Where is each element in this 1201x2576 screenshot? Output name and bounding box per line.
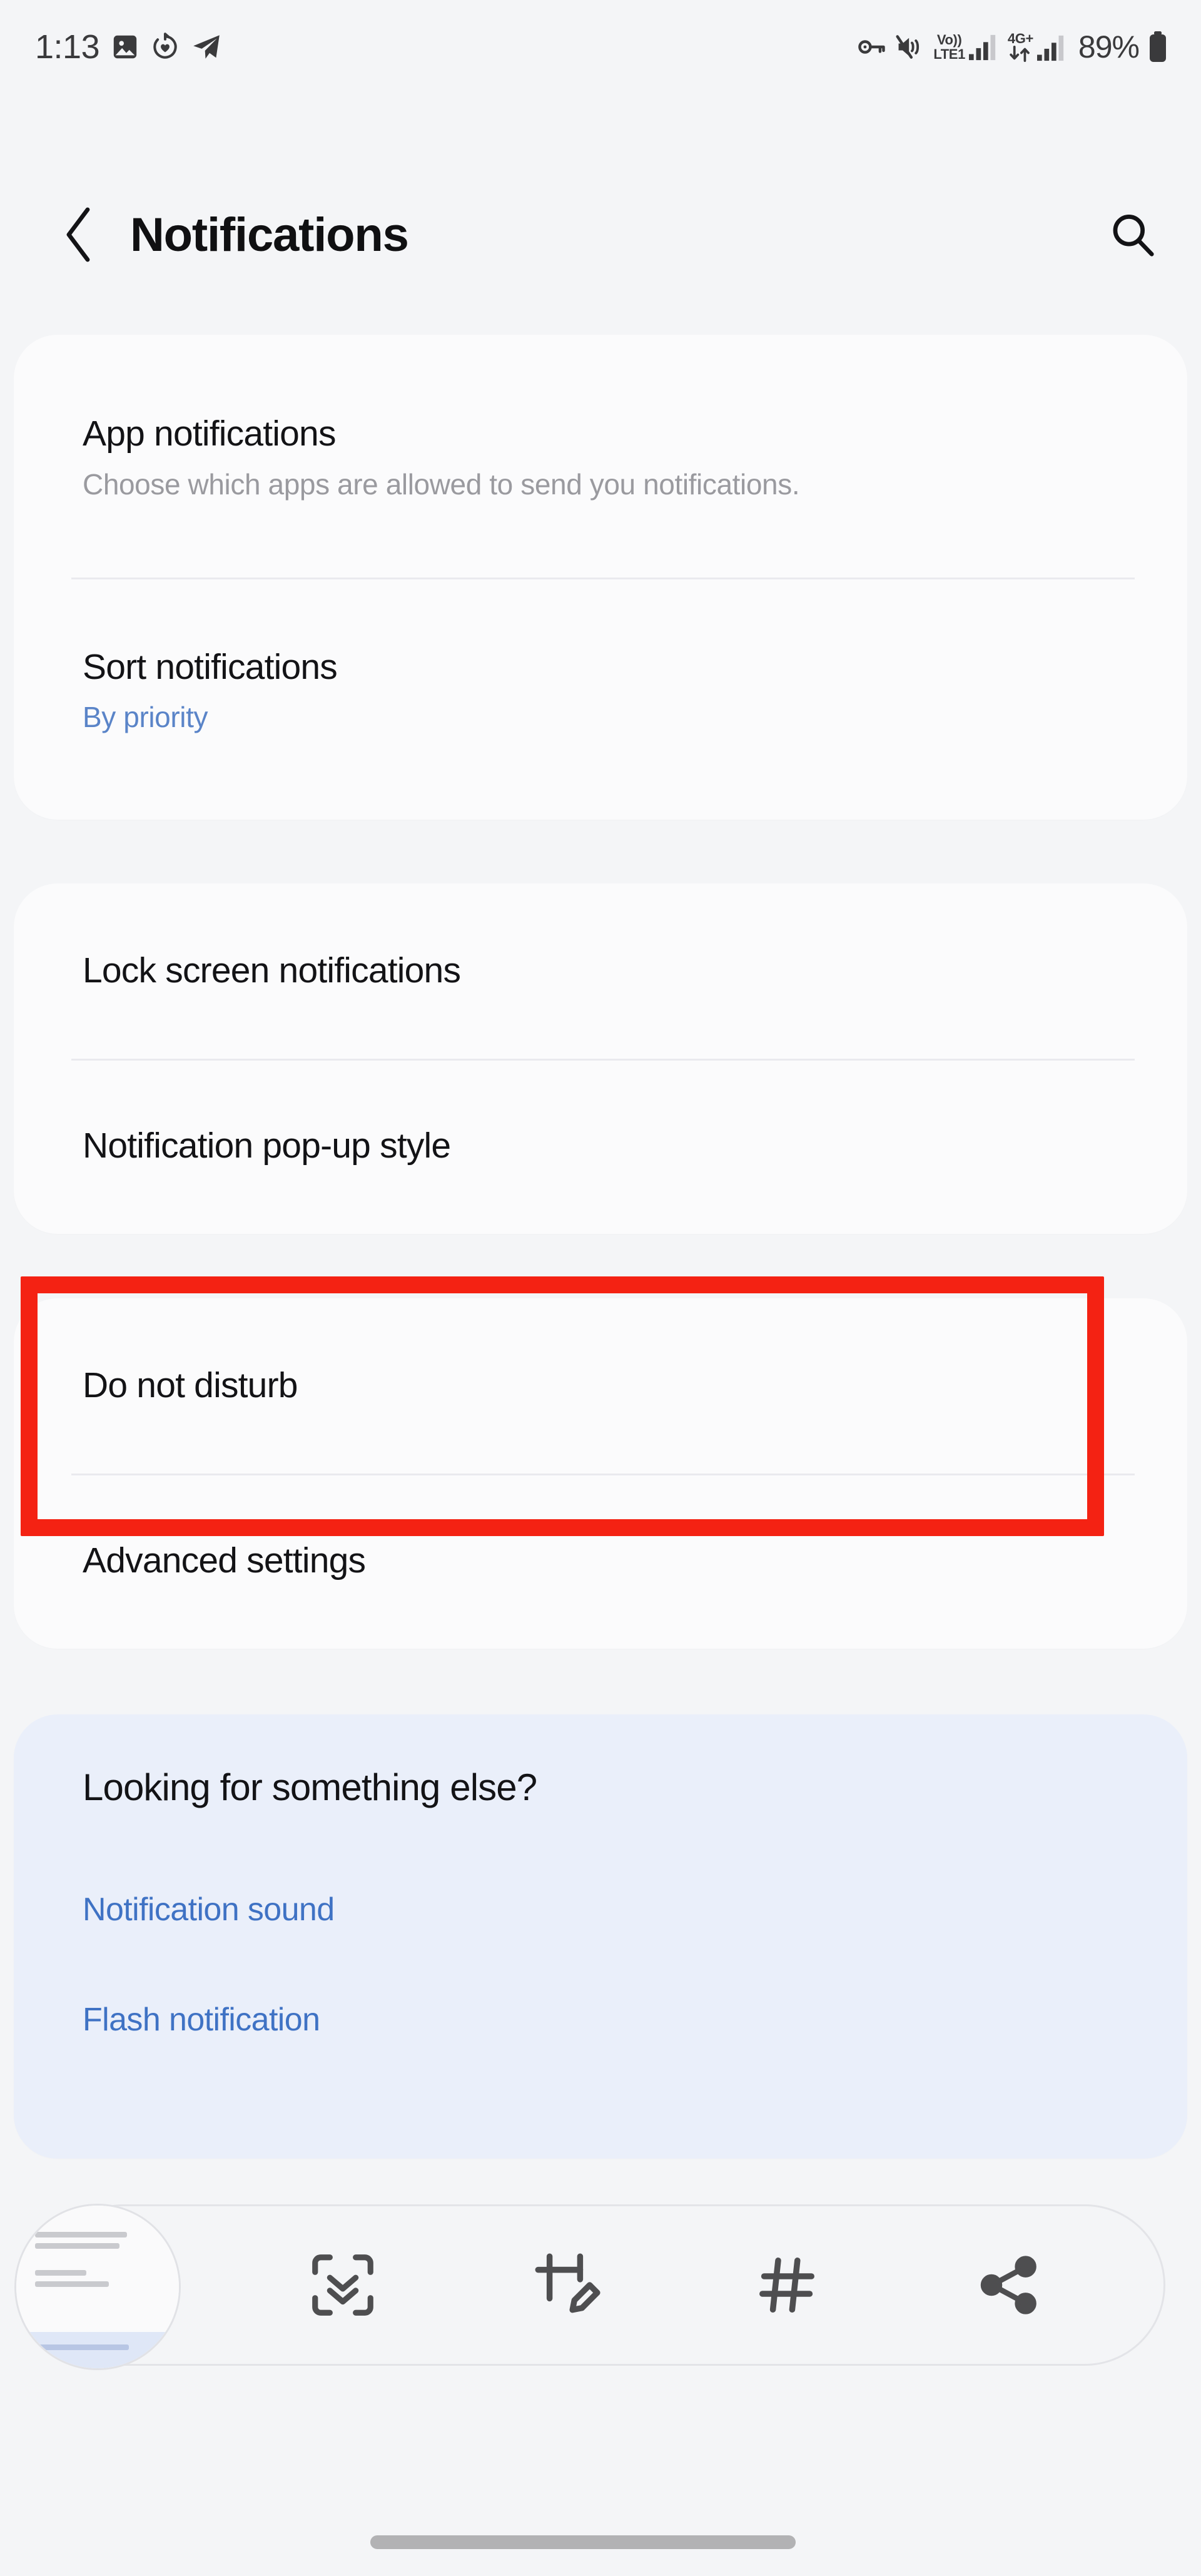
volte-indicator: Vo)) LTE1 [933,33,1000,61]
data-transfer-arrows-icon [1008,46,1032,63]
setting-description: Choose which apps are allowed to send yo… [83,467,800,501]
signal-bars-sim2-icon [1035,33,1068,62]
looking-card-heading: Looking for something else? [83,1766,537,1808]
setting-title: Sort notifications [83,647,338,688]
link-flash-notification[interactable]: Flash notification [83,2001,320,2039]
settings-card-general: App notifications Choose which apps are … [14,335,1187,820]
status-clock: 1:13 [35,28,100,66]
status-bar-right: Vo)) LTE1 4G+ 89% [857,31,1168,63]
looking-for-something-else-card: Looking for something else? Notification… [14,1714,1187,2159]
crop-and-edit-button[interactable] [515,2235,615,2335]
status-bar-left: 1:13 [35,30,222,64]
link-notification-sound[interactable]: Notification sound [83,1891,335,1928]
volte-top-text: Vo)) [936,32,962,48]
mobile-data-indicator: 4G+ [1007,30,1068,63]
gesture-navigation-bar[interactable] [370,2535,796,2549]
thumb-line [35,2232,127,2237]
share-button[interactable] [959,2235,1059,2335]
heart-refresh-icon [151,33,180,61]
search-button[interactable] [1101,203,1163,266]
signal-bars-sim1-icon [967,33,1000,61]
setting-row-lock-screen-notifications[interactable]: Lock screen notifications [14,883,1187,1059]
setting-row-advanced-settings[interactable]: Advanced settings [14,1474,1187,1649]
scroll-capture-icon [312,2254,374,2316]
scroll-capture-button[interactable] [293,2235,393,2335]
app-header: Notifications [0,175,1201,294]
network-type-label: 4G+ [1007,30,1033,46]
page-title: Notifications [130,208,409,262]
screenshot-thumbnail[interactable] [14,2204,181,2370]
setting-row-app-notifications[interactable]: App notifications Choose which apps are … [14,359,1187,559]
thumb-blue-card [16,2332,179,2368]
status-bar: 1:13 Vo)) LTE1 4G+ 89% [0,0,1201,94]
search-icon [1113,215,1154,257]
setting-title: Advanced settings [83,1540,366,1581]
thumb-line [35,2270,86,2276]
share-icon [980,2256,1036,2314]
tags-icon [759,2258,814,2313]
setting-title: Lock screen notifications [83,950,461,991]
key-icon [857,32,887,62]
screenshot-thumbnail-preview [16,2206,179,2368]
phone-screen: 1:13 Vo)) LTE1 4G+ 89% Notifications App… [0,0,1201,2576]
setting-row-notification-popup-style[interactable]: Notification pop-up style [14,1059,1187,1234]
back-button[interactable] [63,203,113,266]
crop-edit-icon [535,2253,600,2313]
screenshot-toolbar [14,2204,1165,2370]
image-icon [111,33,139,61]
tags-button[interactable] [737,2235,837,2335]
mute-vibrate-icon [895,32,925,62]
row-divider [71,578,1135,579]
telegram-icon [191,31,222,63]
thumb-line [35,2243,119,2249]
volte-bottom-text: LTE1 [933,46,965,62]
thumb-line [31,2344,129,2350]
thumb-line [35,2281,109,2287]
setting-row-do-not-disturb[interactable]: Do not disturb [14,1298,1187,1474]
settings-card-display: Lock screen notifications Notification p… [14,883,1187,1234]
setting-row-sort-notifications[interactable]: Sort notifications By priority [14,604,1187,779]
battery-percent-label: 89% [1078,29,1140,64]
volte-label: Vo)) LTE1 [933,33,965,61]
settings-card-dnd: Do not disturb Advanced settings [14,1298,1187,1649]
setting-value: By priority [83,700,208,733]
setting-title: Notification pop-up style [83,1126,451,1166]
setting-title: App notifications [83,413,336,454]
battery-icon [1147,31,1168,63]
setting-title: Do not disturb [83,1365,298,1406]
screenshot-tool-icons [232,2235,1163,2335]
